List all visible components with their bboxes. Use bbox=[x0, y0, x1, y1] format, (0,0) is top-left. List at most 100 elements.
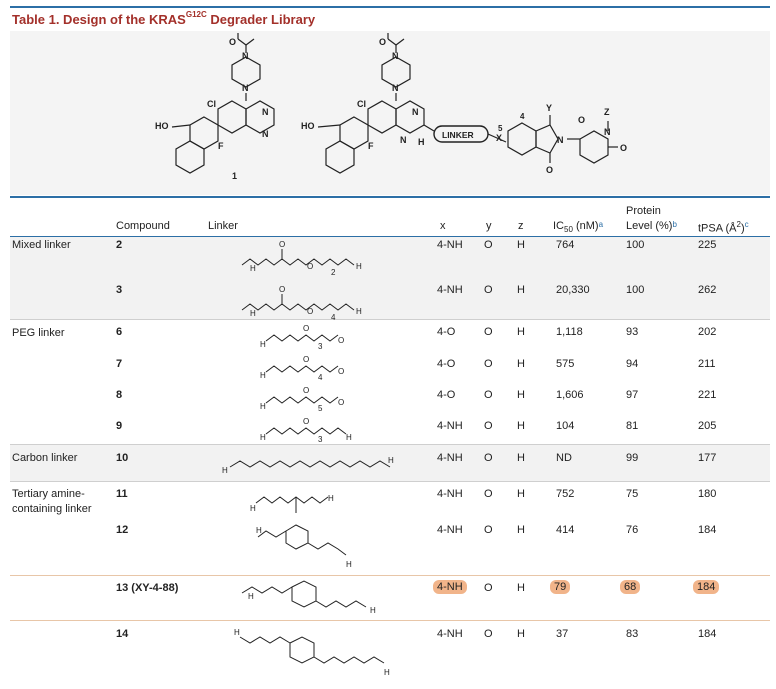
svg-text:O: O bbox=[303, 324, 309, 333]
y-cell: O bbox=[484, 284, 493, 296]
y-cell: O bbox=[484, 582, 493, 594]
compound-cell: 6 bbox=[116, 326, 123, 338]
header-x: x bbox=[440, 220, 446, 232]
tpsa-cell: 180 bbox=[698, 488, 717, 500]
svg-text:H: H bbox=[418, 137, 425, 147]
x-cell: 4-NH bbox=[437, 524, 463, 536]
svg-text:H: H bbox=[356, 262, 362, 271]
svg-text:H: H bbox=[384, 668, 390, 677]
svg-text:N: N bbox=[392, 51, 399, 61]
tpsa-cell: 184 bbox=[698, 628, 717, 640]
linker-structures: O H O 2 H O H O 4 H H O 3 O H O 4 O H O … bbox=[222, 240, 394, 677]
x-cell: 4-NH bbox=[437, 488, 463, 500]
tpsa-cell: 225 bbox=[698, 239, 717, 251]
svg-text:1: 1 bbox=[232, 171, 237, 181]
x-cell: 4-O bbox=[437, 389, 456, 401]
compound-cell: 3 bbox=[116, 284, 123, 296]
header-compound: Compound bbox=[116, 220, 170, 232]
svg-text:O: O bbox=[379, 37, 386, 47]
svg-text:N: N bbox=[262, 107, 269, 117]
svg-text:HO: HO bbox=[155, 121, 169, 131]
ic50-cell: 20,330 bbox=[556, 284, 590, 296]
svg-text:H: H bbox=[346, 433, 352, 442]
svg-text:N: N bbox=[400, 135, 407, 145]
z-cell: H bbox=[517, 628, 525, 640]
svg-text:4: 4 bbox=[331, 313, 336, 322]
protein-cell: 83 bbox=[626, 628, 639, 640]
tpsa-cell: 205 bbox=[698, 420, 717, 432]
svg-text:H: H bbox=[260, 433, 266, 442]
svg-text:H: H bbox=[248, 592, 254, 601]
svg-text:O: O bbox=[578, 115, 585, 125]
x-cell: 4-O bbox=[437, 326, 456, 338]
ic50-cell: 764 bbox=[556, 239, 575, 251]
linker-structure-13: H H bbox=[241, 580, 376, 615]
ic50-cell: 104 bbox=[556, 420, 575, 432]
group-label-peg: PEG linker bbox=[12, 327, 65, 339]
svg-text:H: H bbox=[370, 606, 376, 615]
svg-text:5: 5 bbox=[318, 404, 323, 413]
linker-structure-11: H H bbox=[250, 494, 334, 513]
linker-structure-8: H O 5 O bbox=[260, 386, 344, 413]
svg-text:Y: Y bbox=[546, 103, 552, 113]
scheme-structures: O N N N N Cl F HO 1 O N N N N Cl F HO H … bbox=[155, 33, 627, 181]
svg-text:4: 4 bbox=[318, 373, 323, 382]
y-cell: O bbox=[484, 488, 493, 500]
svg-text:H: H bbox=[328, 494, 334, 503]
svg-text:O: O bbox=[303, 386, 309, 395]
svg-text:O: O bbox=[307, 307, 313, 316]
svg-text:3: 3 bbox=[318, 342, 323, 351]
svg-text:O: O bbox=[546, 165, 553, 175]
svg-text:H: H bbox=[260, 340, 266, 349]
scheme-bottom-rule bbox=[10, 196, 770, 198]
linker-structure-6: H O 3 O bbox=[260, 324, 344, 351]
protein-cell: 75 bbox=[626, 488, 639, 500]
svg-text:HO: HO bbox=[301, 121, 315, 131]
protein-cell: 100 bbox=[626, 284, 645, 296]
header-tpsa: tPSA (Å2)c bbox=[698, 220, 749, 235]
z-cell: H bbox=[517, 239, 525, 251]
svg-text:O: O bbox=[279, 240, 285, 249]
tpsa-cell: 184 bbox=[698, 524, 717, 536]
svg-text:H: H bbox=[346, 560, 352, 569]
ic50-cell: 414 bbox=[556, 524, 575, 536]
z-cell: H bbox=[517, 524, 525, 536]
ic50-cell: 575 bbox=[556, 358, 575, 370]
svg-text:H: H bbox=[250, 264, 256, 273]
group-label-carbon: Carbon linker bbox=[12, 452, 78, 464]
svg-text:N: N bbox=[242, 83, 249, 93]
y-cell: O bbox=[484, 452, 493, 464]
svg-text:O: O bbox=[338, 367, 344, 376]
compound-cell: 11 bbox=[116, 488, 128, 500]
tpsa-cell: 221 bbox=[698, 389, 717, 401]
svg-text:O: O bbox=[338, 398, 344, 407]
header-y: y bbox=[486, 220, 492, 232]
svg-text:X: X bbox=[496, 133, 502, 143]
linker-structure-14: H H bbox=[234, 628, 390, 677]
tpsa-cell: 211 bbox=[698, 358, 716, 370]
svg-text:N: N bbox=[262, 129, 269, 139]
x-cell-highlighted: 4-NH bbox=[433, 580, 467, 594]
y-cell: O bbox=[484, 524, 493, 536]
compound-cell: 10 bbox=[116, 452, 129, 464]
svg-text:O: O bbox=[307, 262, 313, 271]
compound-cell: 7 bbox=[116, 358, 123, 370]
y-cell: O bbox=[484, 358, 493, 370]
svg-text:5: 5 bbox=[498, 124, 503, 133]
svg-text:H: H bbox=[222, 466, 228, 475]
linker-structure-3: O H O 4 H bbox=[241, 285, 362, 322]
ic50-cell: 1,606 bbox=[556, 389, 584, 401]
svg-text:O: O bbox=[229, 37, 236, 47]
linker-structure-9: H O 3 H bbox=[260, 417, 352, 444]
z-cell: H bbox=[517, 326, 525, 338]
chemical-scheme: O N N N N Cl F HO 1 O N N N N Cl F HO H … bbox=[10, 31, 770, 195]
compound-cell: 8 bbox=[116, 389, 123, 401]
linker-structure-12: H H bbox=[256, 524, 352, 569]
group-label-mixed: Mixed linker bbox=[12, 239, 71, 251]
svg-text:H: H bbox=[260, 402, 266, 411]
svg-text:O: O bbox=[338, 336, 344, 345]
z-cell: H bbox=[517, 284, 525, 296]
ic50-cell: 1,118 bbox=[556, 326, 583, 338]
protein-cell: 93 bbox=[626, 326, 639, 338]
svg-text:N: N bbox=[604, 127, 611, 137]
